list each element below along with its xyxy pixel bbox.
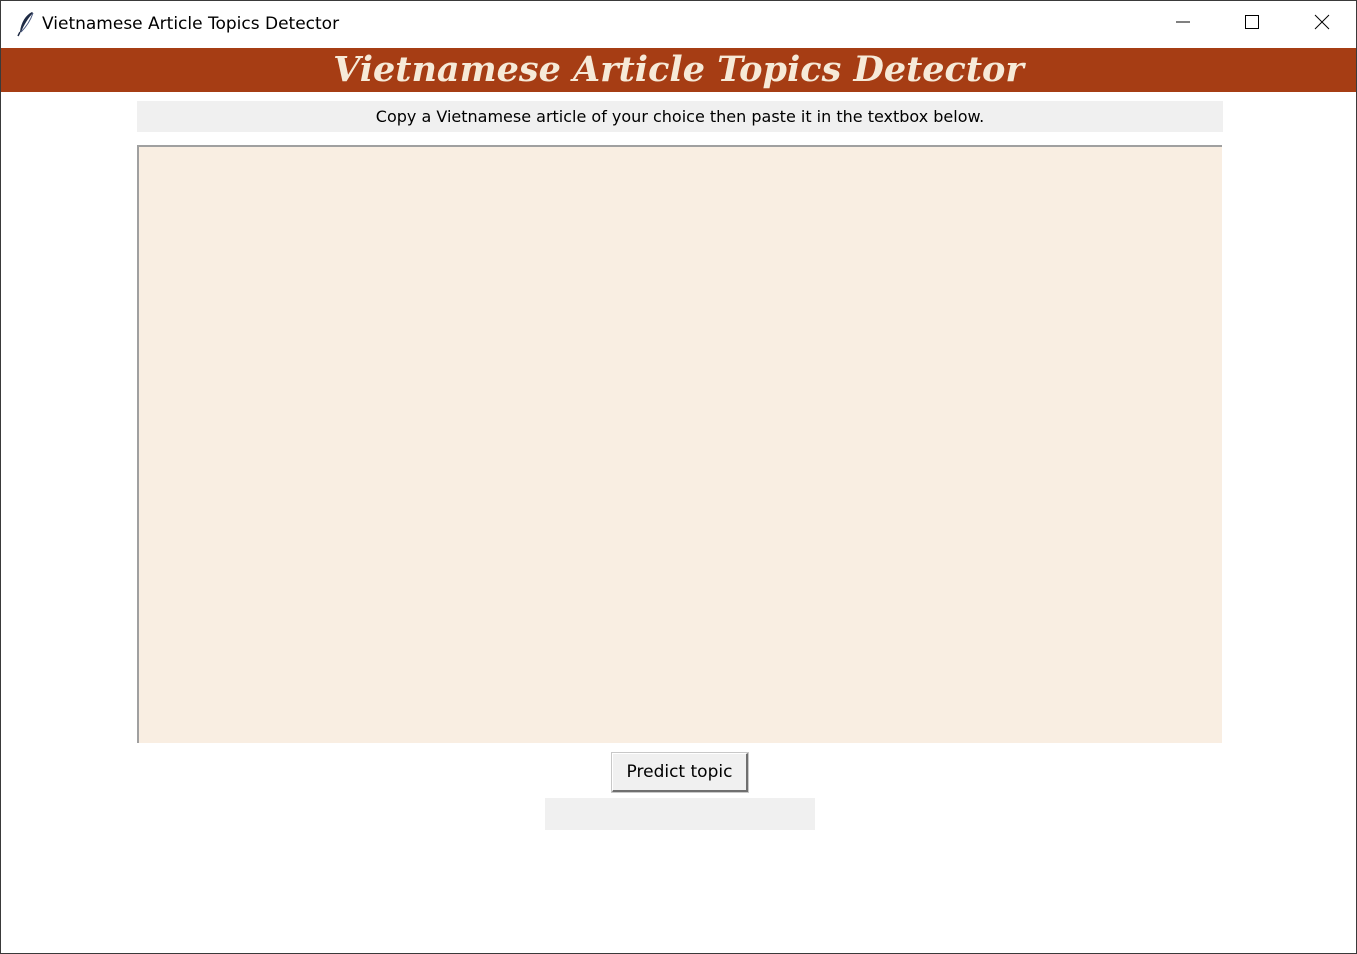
close-icon xyxy=(1314,14,1330,34)
header-banner: Vietnamese Article Topics Detector xyxy=(1,48,1356,92)
close-button[interactable] xyxy=(1287,1,1357,47)
feather-icon xyxy=(15,11,37,37)
maximize-button[interactable] xyxy=(1217,1,1287,47)
article-textbox[interactable] xyxy=(137,145,1222,743)
window-title: Vietnamese Article Topics Detector xyxy=(42,14,340,34)
result-label xyxy=(545,798,815,830)
maximize-icon xyxy=(1244,14,1260,34)
minimize-button[interactable] xyxy=(1148,1,1218,47)
predict-topic-button[interactable]: Predict topic xyxy=(612,753,748,792)
app-window: Vietnamese Article Topics Detector Vietn… xyxy=(0,0,1357,954)
instruction-label: Copy a Vietnamese article of your choice… xyxy=(137,101,1223,132)
banner-title: Vietnamese Article Topics Detector xyxy=(333,49,1024,90)
title-bar[interactable]: Vietnamese Article Topics Detector xyxy=(1,1,1356,47)
minimize-icon xyxy=(1175,14,1191,34)
